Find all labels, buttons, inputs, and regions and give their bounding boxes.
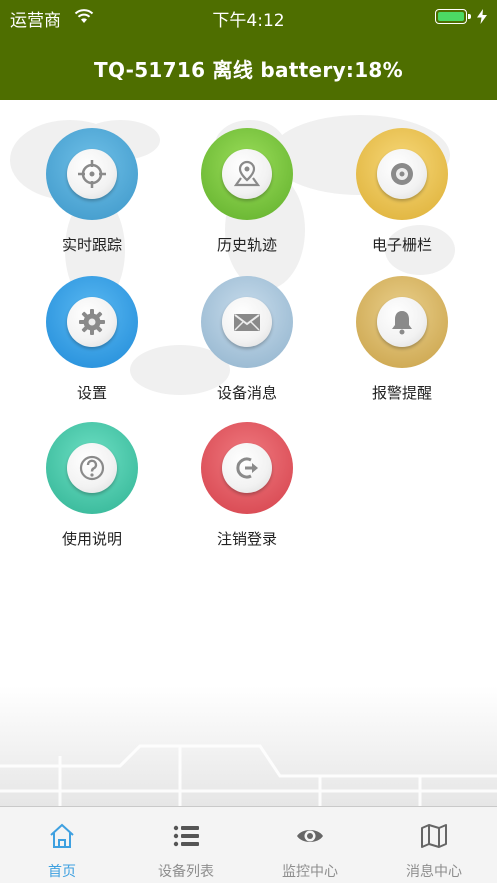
tab-label: 监控中心 bbox=[282, 864, 338, 880]
map-pin-icon bbox=[233, 160, 261, 187]
menu-circle bbox=[46, 128, 138, 220]
disc-icon bbox=[391, 163, 413, 185]
status-bar: 运营商 下午4:12 bbox=[0, 0, 497, 34]
tab-message-center[interactable]: 消息中心 bbox=[372, 807, 496, 884]
menu-circle bbox=[201, 128, 293, 220]
tab-home[interactable]: 首页 bbox=[0, 807, 124, 884]
menu-circle bbox=[356, 128, 448, 220]
menu-user-guide[interactable]: 使用说明 bbox=[32, 392, 152, 548]
menu-device-messages[interactable]: 设备消息 bbox=[187, 246, 307, 402]
menu-logout[interactable]: 注销登录 bbox=[187, 392, 307, 548]
menu-label: 报警提醒 bbox=[371, 384, 432, 402]
menu-realtime-tracking[interactable]: 实时跟踪 bbox=[32, 100, 152, 254]
menu-geofence[interactable]: 电子栅栏 bbox=[342, 100, 462, 254]
menu-circle bbox=[46, 276, 138, 368]
battery-icon bbox=[435, 9, 471, 24]
gear-icon bbox=[79, 309, 105, 335]
menu-label: 使用说明 bbox=[61, 530, 122, 548]
menu-history-track[interactable]: 历史轨迹 bbox=[187, 100, 307, 254]
tab-bar: 首页 设备列表 监控中心 消息中心 bbox=[0, 806, 497, 883]
menu-circle bbox=[201, 422, 293, 514]
city-background bbox=[0, 686, 497, 806]
eye-icon bbox=[297, 830, 323, 842]
menu-circle bbox=[46, 422, 138, 514]
menu-circle bbox=[356, 276, 448, 368]
main-menu: 实时跟踪 历史轨迹 电子栅栏 设置 设备消息 报警提醒 使用说明 注销登录 bbox=[0, 100, 497, 806]
map-icon bbox=[421, 824, 447, 848]
menu-settings[interactable]: 设置 bbox=[32, 246, 152, 402]
tab-label: 设备列表 bbox=[158, 864, 214, 880]
tab-device-list[interactable]: 设备列表 bbox=[124, 807, 248, 884]
home-icon bbox=[50, 823, 74, 848]
logout-icon bbox=[236, 457, 258, 479]
status-time: 下午4:12 bbox=[212, 11, 285, 31]
menu-circle bbox=[201, 276, 293, 368]
menu-alarm-reminder[interactable]: 报警提醒 bbox=[342, 246, 462, 402]
charging-icon bbox=[477, 9, 487, 24]
menu-label: 注销登录 bbox=[216, 530, 277, 548]
tab-label: 首页 bbox=[48, 864, 76, 880]
tab-label: 消息中心 bbox=[406, 864, 462, 880]
list-icon bbox=[173, 825, 199, 847]
question-icon bbox=[79, 455, 105, 481]
envelope-icon bbox=[234, 314, 260, 331]
nav-header: TQ-51716 离线 battery:18% bbox=[0, 34, 497, 100]
bell-icon bbox=[392, 311, 412, 335]
page-title: TQ-51716 离线 battery:18% bbox=[94, 58, 403, 82]
tab-monitor-center[interactable]: 监控中心 bbox=[248, 807, 372, 884]
crosshair-icon bbox=[78, 160, 106, 188]
